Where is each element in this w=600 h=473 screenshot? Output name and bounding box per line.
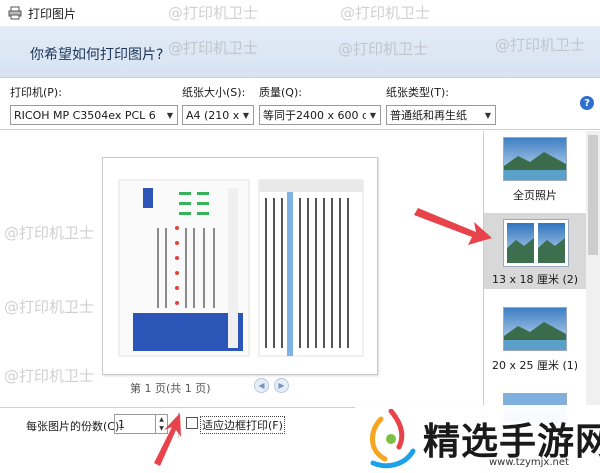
arrow-pointing-layout-icon [414,208,492,245]
annotation-arrows [154,208,492,466]
arrow-pointing-checkbox-icon [154,413,181,466]
overlay-logo: 精选手游网 www.tzymjx.net [355,405,600,473]
overlay-logo-url: www.tzymjx.net [489,457,569,468]
site-logo-icon [370,409,416,469]
